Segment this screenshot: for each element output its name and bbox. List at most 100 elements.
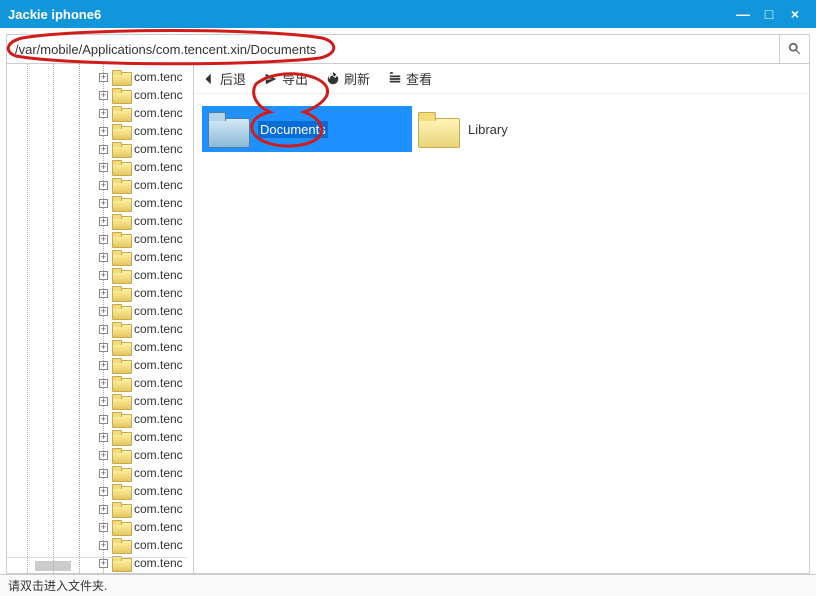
folder-icon [112,124,130,138]
folder-icon [112,484,130,498]
view-icon [388,72,402,86]
back-label: 后退 [220,69,246,88]
expand-icon[interactable]: + [99,541,108,550]
tree-item-label: com.tenc [134,394,183,408]
view-label: 查看 [406,69,432,88]
status-text: 请双击进入文件夹. [8,577,107,594]
expand-icon[interactable]: + [99,91,108,100]
tree-item-label: com.tenc [134,430,183,444]
folder-icon [112,394,130,408]
tree-item-label: com.tenc [134,538,183,552]
window-minimize-button[interactable]: — [730,6,756,22]
window-maximize-button[interactable]: □ [756,6,782,22]
expand-icon[interactable]: + [99,145,108,154]
window-close-button[interactable]: × [782,6,808,22]
expand-icon[interactable]: + [99,451,108,460]
expand-icon[interactable]: + [99,235,108,244]
refresh-button[interactable]: 刷新 [326,69,370,88]
expand-icon[interactable]: + [99,289,108,298]
expand-icon[interactable]: + [99,109,108,118]
search-icon [788,42,802,56]
expand-icon[interactable]: + [99,343,108,352]
tree-item-label: com.tenc [134,142,183,156]
folder-icon [112,214,130,228]
expand-icon[interactable]: + [99,379,108,388]
expand-icon[interactable]: + [99,127,108,136]
status-bar: 请双击进入文件夹. [0,574,816,596]
expand-icon[interactable]: + [99,505,108,514]
expand-icon[interactable]: + [99,487,108,496]
window-title: Jackie iphone6 [8,7,101,22]
folder-icon [112,160,130,174]
folder-view[interactable]: Documents Library [194,94,809,573]
folder-icon [112,286,130,300]
folder-name: Documents [258,121,328,138]
view-button[interactable]: 查看 [388,69,432,88]
expand-icon[interactable]: + [99,325,108,334]
tree-item-label: com.tenc [134,178,183,192]
expand-icon[interactable]: + [99,433,108,442]
folder-icon [112,340,130,354]
folder-icon [112,70,130,84]
expand-icon[interactable]: + [99,397,108,406]
expand-icon[interactable]: + [99,415,108,424]
expand-icon[interactable]: + [99,271,108,280]
folder-icon [112,106,130,120]
folder-icon [112,250,130,264]
folder-name: Library [468,122,508,137]
folder-icon [112,142,130,156]
tree-item-label: com.tenc [134,286,183,300]
export-label: 导出 [282,69,308,88]
folder-icon [112,466,130,480]
export-button[interactable]: 导出 [264,69,308,88]
folder-item[interactable]: Library [412,106,622,152]
tree-item-label: com.tenc [134,214,183,228]
folder-icon [112,412,130,426]
tree-item-label: com.tenc [134,322,183,336]
expand-icon[interactable]: + [99,361,108,370]
path-input[interactable] [7,35,779,63]
folder-icon [112,196,130,210]
tree-item-label: com.tenc [134,448,183,462]
folder-icon [208,112,248,146]
folder-icon [112,232,130,246]
expand-icon[interactable]: + [99,163,108,172]
tree-item-label: com.tenc [134,124,183,138]
tree-item-label: com.tenc [134,412,183,426]
folder-icon [112,520,130,534]
folder-item[interactable]: Documents [202,106,412,152]
tree-item-label: com.tenc [134,466,183,480]
folder-icon [112,88,130,102]
refresh-label: 刷新 [344,69,370,88]
folder-icon [112,322,130,336]
folder-icon [112,538,130,552]
tree-item-label: com.tenc [134,232,183,246]
expand-icon[interactable]: + [99,217,108,226]
expand-icon[interactable]: + [99,469,108,478]
sidebar-tree[interactable]: + com.tenc + com.tenc + com.tenc + com.tenc + com… [6,64,194,574]
folder-icon [112,358,130,372]
tree-item-label: com.tenc [134,160,183,174]
tree-item-label: com.tenc [134,376,183,390]
tree-item-label: com.tenc [134,502,183,516]
address-bar [6,34,810,64]
expand-icon[interactable]: + [99,253,108,262]
expand-icon[interactable]: + [99,559,108,568]
search-button[interactable] [779,35,809,63]
expand-icon[interactable]: + [99,307,108,316]
tree-item-label: com.tenc [134,70,183,84]
window-titlebar: Jackie iphone6 — □ × [0,0,816,28]
export-icon [264,72,278,86]
folder-icon [112,268,130,282]
back-button[interactable]: 后退 [202,69,246,88]
folder-icon [112,304,130,318]
folder-icon [112,178,130,192]
tree-item-label: com.tenc [134,484,183,498]
expand-icon[interactable]: + [99,523,108,532]
expand-icon[interactable]: + [99,199,108,208]
tree-item-label: com.tenc [134,88,183,102]
expand-icon[interactable]: + [99,73,108,82]
expand-icon[interactable]: + [99,181,108,190]
folder-icon [112,430,130,444]
folder-icon [112,502,130,516]
